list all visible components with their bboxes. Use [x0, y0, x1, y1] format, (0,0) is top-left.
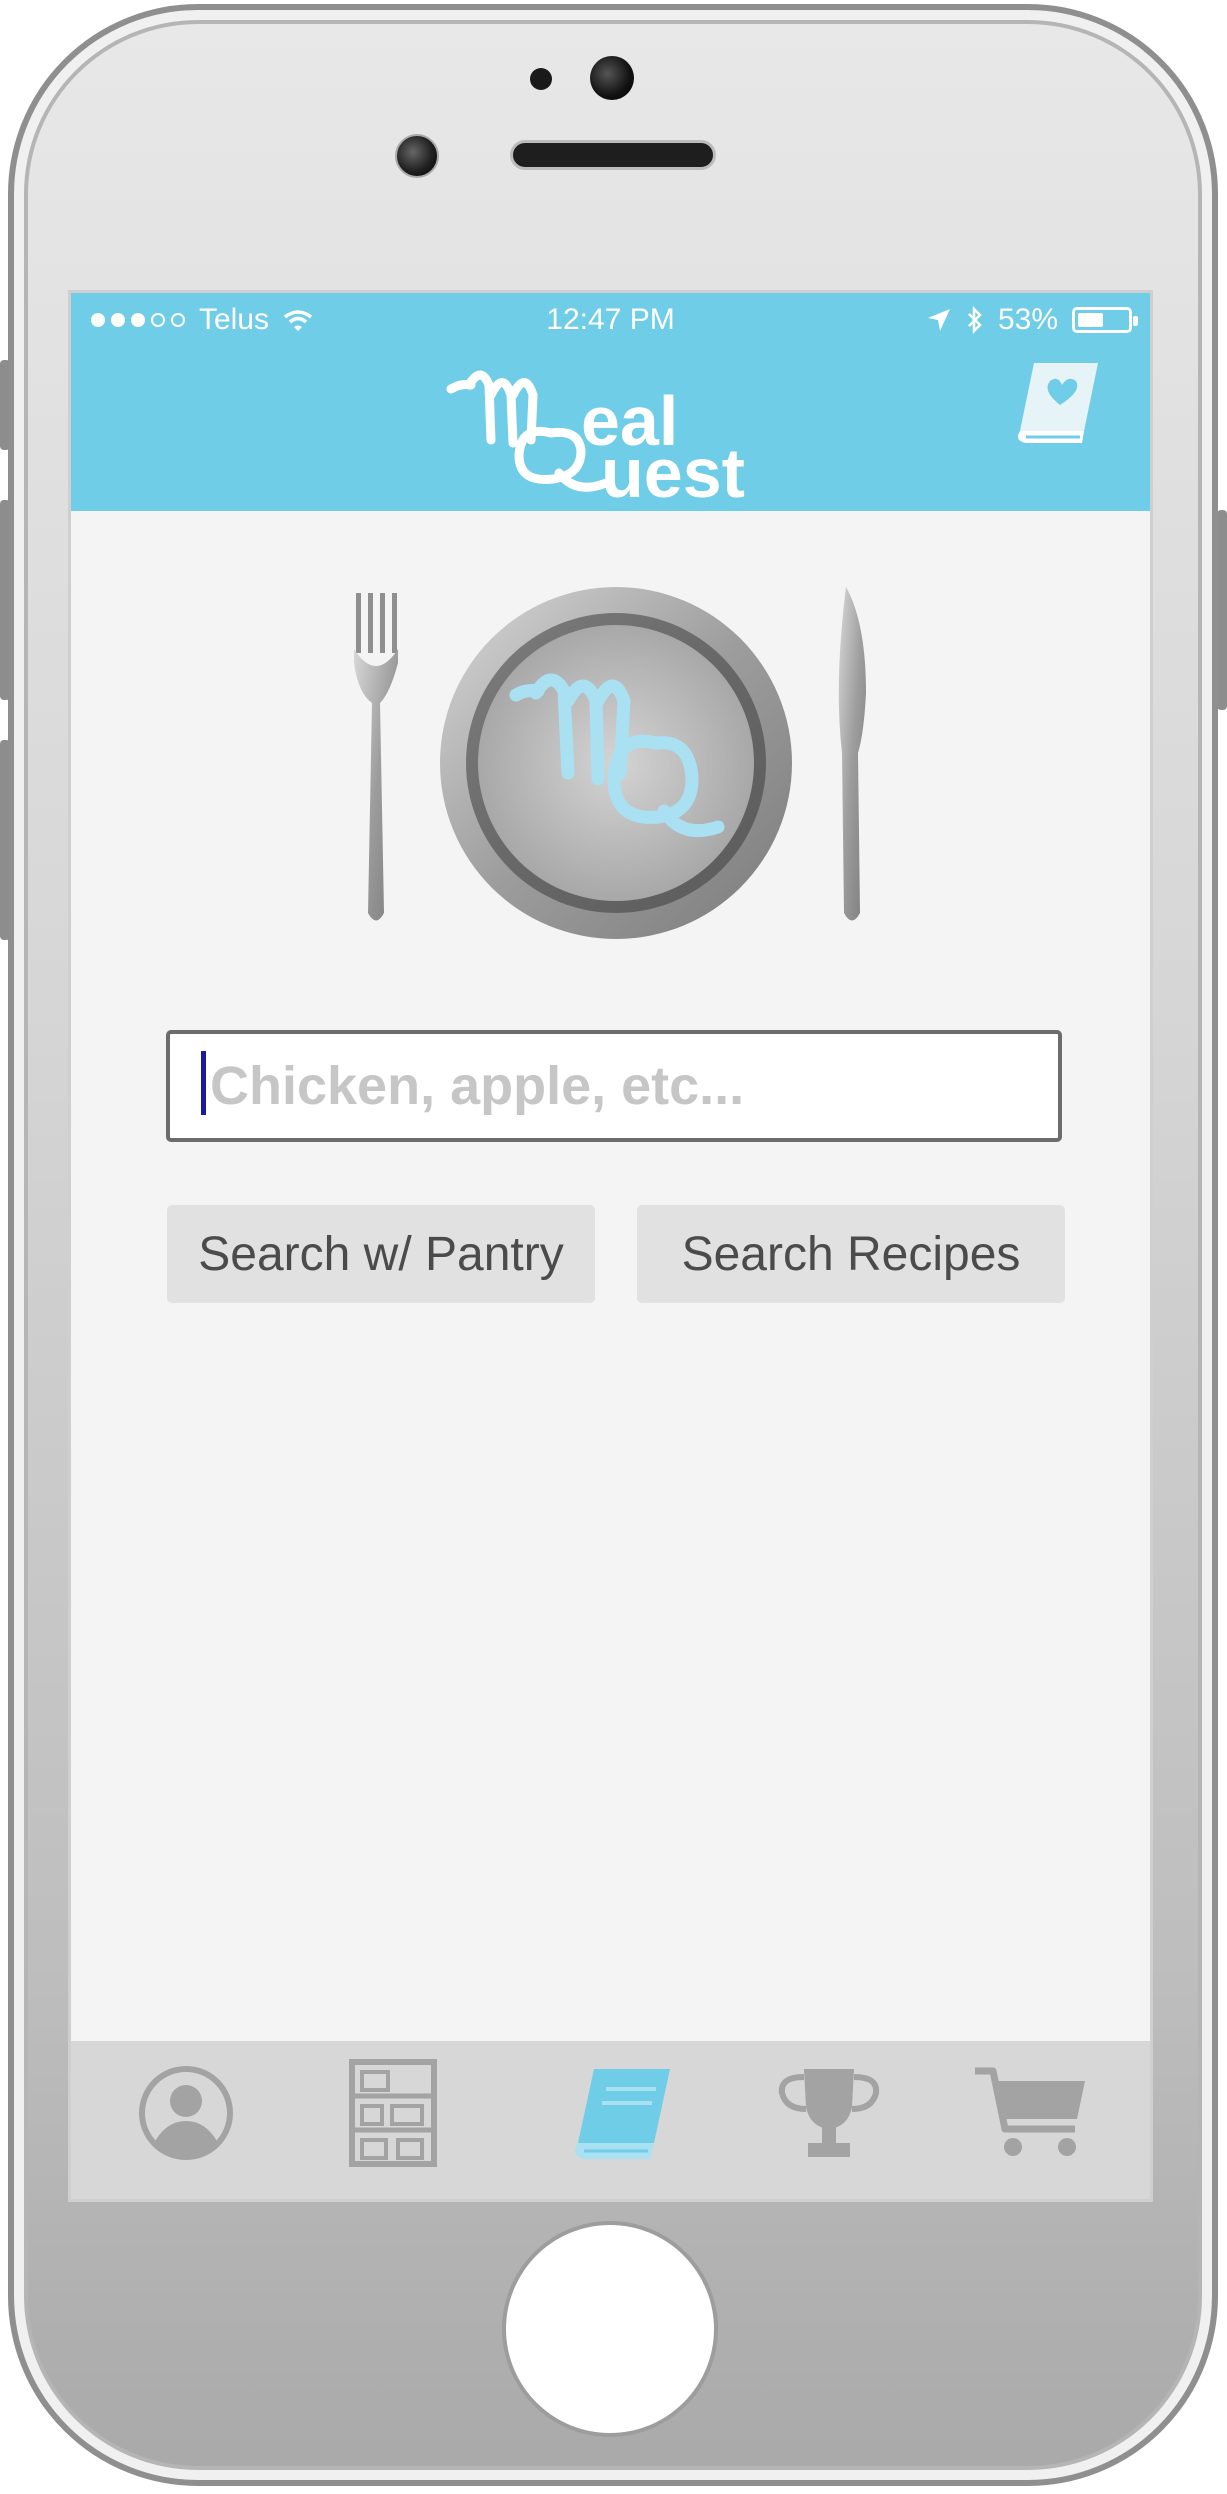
search-recipes-button[interactable]: Search Recipes [637, 1205, 1065, 1303]
power-button [1217, 510, 1227, 710]
volume-up-button [0, 500, 10, 700]
status-right: 53% [926, 303, 1138, 337]
logo-word-uest: uest [601, 434, 745, 512]
plate-illustration [346, 583, 886, 963]
pantry-shelf-icon [349, 2059, 437, 2167]
bluetooth-icon [968, 306, 982, 334]
mute-switch [0, 360, 10, 450]
meal-quest-logo: eal uest [441, 355, 761, 512]
proximity-sensor [395, 134, 439, 178]
battery-percent: 53% [997, 303, 1058, 336]
profile-icon [139, 2066, 233, 2160]
front-camera [590, 56, 634, 100]
search-with-pantry-button[interactable]: Search w/ Pantry [167, 1205, 595, 1303]
status-bar: Telus 12:47 PM 53% [71, 293, 1150, 351]
battery-fill [1078, 313, 1103, 327]
cart-icon [975, 2067, 1085, 2156]
heart-book-icon [1018, 363, 1098, 443]
tab-shopping-cart[interactable] [971, 2053, 1091, 2173]
battery-icon [1072, 307, 1138, 333]
trophy-icon [778, 2069, 880, 2157]
tab-achievements[interactable] [769, 2053, 889, 2173]
location-arrow-icon [927, 309, 950, 331]
phone-frame: Telus 12:47 PM 53% eal uest Chicken, app… [0, 0, 1227, 2494]
tab-pantry[interactable] [333, 2053, 453, 2173]
app-header: Telus 12:47 PM 53% eal uest [71, 293, 1150, 512]
text-cursor [201, 1051, 206, 1115]
plate-icon [440, 587, 792, 939]
earpiece-speaker [510, 140, 716, 170]
tab-profile[interactable] [126, 2053, 246, 2173]
ingredient-search-input[interactable] [166, 1030, 1062, 1142]
favorites-button[interactable] [1012, 357, 1104, 447]
home-button[interactable] [506, 2225, 714, 2433]
tab-recipes[interactable] [561, 2053, 681, 2173]
sensor-dot [530, 68, 552, 90]
recipe-book-icon [575, 2069, 670, 2159]
plate-and-cutlery [354, 587, 866, 939]
knife-icon [838, 587, 866, 921]
app-screen: Telus 12:47 PM 53% eal uest Chicken, app… [68, 290, 1153, 2202]
fork-icon [354, 593, 398, 921]
bottom-tab-bar [71, 2041, 1150, 2199]
volume-down-button [0, 740, 10, 940]
